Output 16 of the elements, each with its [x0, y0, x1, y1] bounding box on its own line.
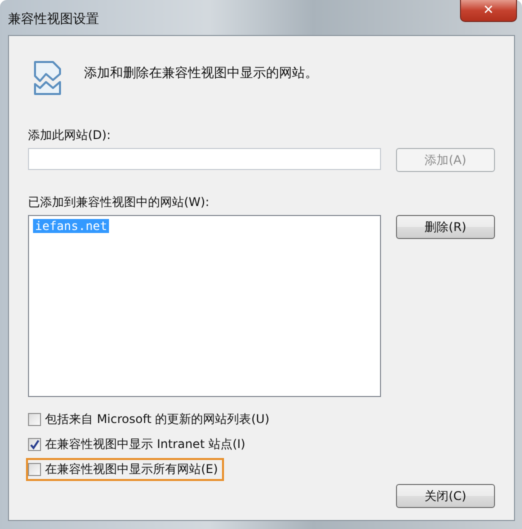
website-list-item[interactable]: iefans.net — [33, 219, 110, 233]
checkbox-label: 包括来自 Microsoft 的更新的网站列表(U) — [45, 411, 270, 428]
checkbox[interactable] — [28, 438, 41, 451]
remove-button[interactable]: 删除(R) — [396, 215, 495, 239]
checkbox[interactable] — [28, 463, 41, 476]
checkbox-label: 在兼容性视图中显示 Intranet 站点(I) — [45, 436, 246, 453]
broken-page-icon — [33, 60, 63, 96]
close-dialog-button[interactable]: 关闭(C) — [396, 484, 495, 508]
list-label: 已添加到兼容性视图中的网站(W): — [28, 194, 210, 211]
website-input-field[interactable] — [28, 148, 381, 170]
field-label: 添加此网站(D): — [28, 127, 112, 144]
checkbox-label: 在兼容性视图中显示所有网站(E) — [45, 461, 218, 478]
checkbox[interactable] — [28, 413, 41, 426]
description-text: 添加和删除在兼容性视图中显示的网站。 — [84, 65, 318, 82]
window-title: 兼容性视图设置 — [8, 11, 99, 28]
close-button[interactable]: ✕ — [460, 0, 517, 22]
